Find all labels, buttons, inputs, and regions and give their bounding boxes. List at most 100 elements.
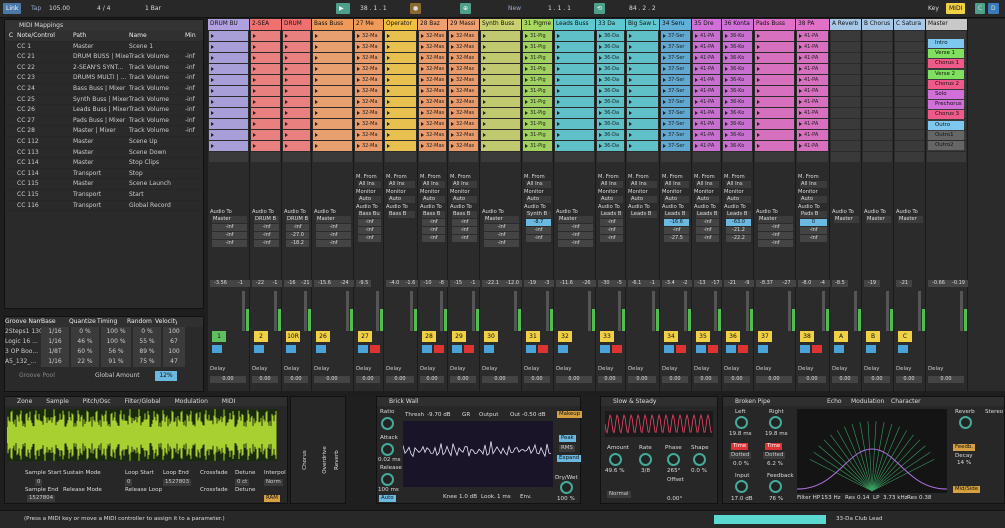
clip-slot[interactable] bbox=[283, 64, 310, 74]
send-value[interactable]: -inf bbox=[212, 224, 247, 231]
send-value[interactable]: -inf bbox=[422, 227, 445, 234]
empty-slot[interactable] bbox=[831, 141, 860, 151]
track-delay-value[interactable]: 0.00 bbox=[724, 376, 750, 383]
send-value[interactable]: -inf bbox=[422, 235, 445, 242]
clip-slot[interactable] bbox=[251, 130, 280, 140]
volume-value[interactable]: -30 bbox=[598, 280, 613, 287]
track-activator[interactable]: 10R bbox=[286, 331, 300, 342]
solo-button[interactable] bbox=[898, 345, 908, 353]
clip-slot[interactable] bbox=[283, 141, 310, 151]
clip-slot[interactable] bbox=[209, 130, 248, 140]
empty-slot[interactable] bbox=[863, 42, 892, 52]
clip-slot[interactable] bbox=[251, 97, 280, 107]
clip-slot[interactable]: 31-Pig bbox=[523, 108, 552, 118]
input-select[interactable]: All Ins bbox=[452, 181, 477, 188]
empty-slot[interactable] bbox=[797, 152, 828, 162]
track-activator[interactable]: A bbox=[834, 331, 848, 342]
empty-slot[interactable] bbox=[831, 86, 860, 96]
mapping-row[interactable]: CC 25 Synth Buss | Mixer Track Volume -inf bbox=[5, 95, 203, 106]
output-select[interactable]: Master bbox=[558, 216, 593, 223]
track-delay-value[interactable]: 0.00 bbox=[556, 376, 592, 383]
clip-slot[interactable]: 41-PA bbox=[693, 130, 720, 140]
empty-slot[interactable] bbox=[355, 152, 382, 162]
output-select[interactable]: Master bbox=[316, 216, 351, 223]
volume-fader[interactable] bbox=[684, 291, 687, 331]
clip-slot[interactable]: 36-Ko bbox=[723, 86, 752, 96]
clip-slot[interactable]: 41-PA bbox=[797, 97, 828, 107]
empty-slot[interactable] bbox=[831, 119, 860, 129]
clip-slot[interactable] bbox=[481, 141, 520, 151]
clip-slot[interactable] bbox=[209, 141, 248, 151]
clip-slot[interactable]: 32-Ma bbox=[355, 97, 382, 107]
track-header[interactable]: C Satura bbox=[894, 19, 925, 30]
empty-slot[interactable] bbox=[209, 152, 248, 162]
release-value[interactable]: 100 ms bbox=[378, 487, 399, 493]
send-value[interactable]: -27.0 bbox=[286, 232, 309, 239]
track-activator[interactable]: 27 bbox=[358, 331, 372, 342]
track-header[interactable]: Big Saw L bbox=[626, 19, 659, 30]
track-activator[interactable]: 34 bbox=[664, 331, 678, 342]
send-value[interactable]: -inf bbox=[452, 219, 477, 226]
track-delay-value[interactable]: 0.00 bbox=[832, 376, 858, 383]
clip-slot[interactable] bbox=[283, 119, 310, 129]
clip-slot[interactable] bbox=[555, 75, 594, 85]
solo-button[interactable] bbox=[800, 345, 810, 353]
solo-button[interactable] bbox=[758, 345, 768, 353]
volume-fader[interactable] bbox=[788, 291, 791, 331]
empty-slot[interactable] bbox=[895, 141, 924, 151]
track-delay-value[interactable]: 0.00 bbox=[482, 376, 518, 383]
clip-slot[interactable]: 36-Da bbox=[597, 97, 624, 107]
send-value[interactable]: -22.2 bbox=[726, 235, 751, 242]
track-header[interactable]: 35 Dre bbox=[692, 19, 721, 30]
empty-slot[interactable] bbox=[863, 53, 892, 63]
empty-slot[interactable] bbox=[895, 42, 924, 52]
empty-slot[interactable] bbox=[693, 152, 720, 162]
output-select[interactable]: Master bbox=[834, 216, 859, 223]
tab-echo[interactable]: Echo bbox=[827, 397, 851, 406]
send-value[interactable]: -inf bbox=[800, 235, 827, 242]
clip-slot[interactable]: 32-Mas bbox=[419, 64, 446, 74]
scene-button[interactable]: Intro bbox=[928, 39, 964, 48]
clip-slot[interactable]: 36-Da bbox=[597, 108, 624, 118]
phase-knob[interactable] bbox=[667, 453, 680, 466]
mapping-row[interactable]: CC 23 DRUMS MULTI | ... Track Volume -inf bbox=[5, 73, 203, 84]
mapping-row[interactable]: CC 112 Master Scene Up bbox=[5, 137, 203, 148]
rms-button[interactable]: RMS bbox=[559, 445, 575, 452]
track-activator[interactable]: C bbox=[898, 331, 912, 342]
clip-slot[interactable]: 41-PA bbox=[797, 53, 828, 63]
volume-fader[interactable] bbox=[618, 291, 621, 331]
track-header[interactable]: 27 Me bbox=[354, 19, 383, 30]
input-select[interactable]: All Ins bbox=[388, 181, 415, 188]
clip-slot[interactable] bbox=[481, 75, 520, 85]
sample-start-value[interactable]: 0 bbox=[35, 479, 42, 486]
right-time-mode[interactable]: Time bbox=[765, 443, 782, 450]
clip-slot[interactable]: 37-Ser bbox=[661, 75, 690, 85]
tab-filter-global[interactable]: Filter/Global bbox=[125, 397, 161, 406]
clip-slot[interactable]: 41-PA bbox=[693, 97, 720, 107]
record-button[interactable]: ● bbox=[410, 3, 421, 14]
loop-start-value[interactable]: 0 bbox=[125, 479, 132, 486]
groove-cell[interactable]: 47 bbox=[163, 357, 185, 367]
loop-start[interactable]: 1 . 1 . 1 bbox=[545, 3, 574, 14]
track-header[interactable]: Leads Buss bbox=[554, 19, 595, 30]
clip-slot[interactable]: 36-Da bbox=[597, 53, 624, 63]
lp-value[interactable]: 3.73 kHz bbox=[883, 495, 908, 501]
volume-value[interactable]: -16 bbox=[284, 280, 299, 287]
track-header[interactable]: Pads Buss bbox=[754, 19, 795, 30]
clip-slot[interactable]: 32-Ma bbox=[355, 141, 382, 151]
volume-fader[interactable] bbox=[960, 291, 963, 331]
clip-slot[interactable]: 41-PA bbox=[797, 64, 828, 74]
clip-slot[interactable]: 31-Pig bbox=[523, 64, 552, 74]
clip-slot[interactable] bbox=[209, 108, 248, 118]
clip-slot[interactable]: 36-Ko bbox=[723, 53, 752, 63]
clip-slot[interactable] bbox=[313, 141, 352, 151]
attack-value[interactable]: 0.02 ms bbox=[378, 457, 401, 463]
scene-button[interactable]: Prechorus bbox=[928, 100, 964, 109]
tab-sample[interactable]: Sample bbox=[46, 397, 69, 406]
clip-slot[interactable]: 32-Mas bbox=[449, 141, 478, 151]
empty-slot[interactable] bbox=[523, 152, 552, 162]
feedback-toggle[interactable]: Feedb. bbox=[953, 444, 975, 451]
clip-slot[interactable] bbox=[283, 42, 310, 52]
volume-fader[interactable] bbox=[376, 291, 379, 331]
clip-slot[interactable]: 31-Pig bbox=[523, 53, 552, 63]
